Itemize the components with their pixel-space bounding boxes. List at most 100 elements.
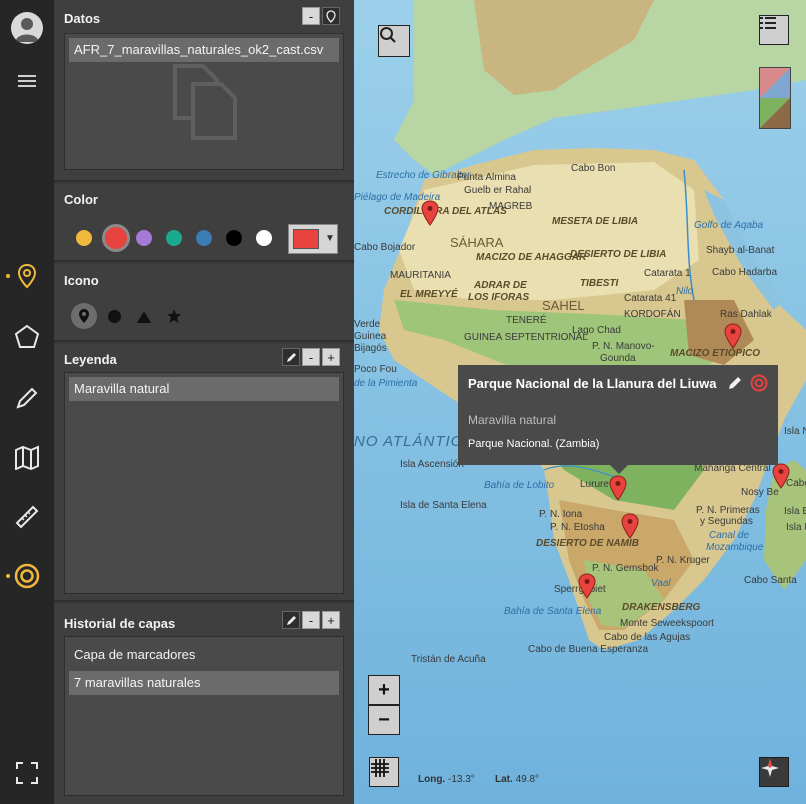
- lat-label: Lat.: [495, 774, 513, 785]
- basemap-thumbnails: [760, 68, 790, 128]
- circle-icon-option[interactable]: [108, 310, 121, 323]
- datos-section: Datos - AFR_7_maravillas_naturales_ok2_c…: [54, 0, 354, 182]
- map-label: Cabo Bon: [571, 163, 616, 174]
- color-picker-dropdown[interactable]: ▼: [288, 224, 338, 254]
- tool-rail: [0, 0, 54, 804]
- map-label: TIBESTI: [580, 278, 619, 289]
- map-label: Monte Seweekspoort: [620, 618, 714, 629]
- triangle-icon-option[interactable]: [136, 310, 152, 329]
- lat-value: 49.8°: [515, 774, 540, 785]
- map-label: Ras Dahlak: [720, 309, 772, 320]
- map-label: EL MREYYÉ: [400, 289, 458, 300]
- map-label: Guinea: [354, 331, 387, 342]
- map-label: Bijagós: [354, 343, 387, 354]
- menu-icon[interactable]: [12, 66, 42, 96]
- leyenda-title: Leyenda: [64, 352, 117, 367]
- color-swatch-red-selected[interactable]: [102, 224, 130, 252]
- map-label: Shayb al-Banat: [706, 245, 775, 256]
- historial-item[interactable]: Capa de marcadores: [69, 643, 339, 667]
- color-section: Color ▼: [54, 184, 354, 262]
- ruler-tool-icon[interactable]: [12, 502, 42, 532]
- datos-minus-button[interactable]: -: [302, 7, 320, 25]
- map-label: P. N. Kruger: [656, 555, 710, 566]
- historial-minus-button[interactable]: -: [302, 611, 320, 629]
- polygon-tool-icon[interactable]: [12, 322, 42, 352]
- leyenda-box: Maravilla natural: [64, 372, 344, 594]
- color-swatch-yellow[interactable]: [76, 230, 92, 246]
- leyenda-plus-button[interactable]: +: [322, 348, 340, 366]
- color-swatch-black[interactable]: [226, 230, 242, 246]
- map-label: MESETA DE LIBIA: [552, 216, 639, 227]
- fullscreen-icon[interactable]: [12, 758, 42, 788]
- map-label: Tristán de Acuña: [411, 654, 486, 665]
- grid-icon: [371, 759, 389, 777]
- color-swatch-purple[interactable]: [136, 230, 152, 246]
- map-label: Isla B: [784, 506, 806, 517]
- popup-arrow: [610, 465, 628, 474]
- historial-item[interactable]: 7 maravillas naturales: [69, 671, 339, 695]
- compass-button[interactable]: [759, 757, 789, 787]
- active-dot-2: [6, 574, 10, 578]
- color-swatch-teal[interactable]: [166, 230, 182, 246]
- grid-button[interactable]: [369, 757, 399, 787]
- marker-icon-option[interactable]: [71, 303, 97, 329]
- map-label: SÁHARA: [450, 235, 504, 250]
- datos-location-button[interactable]: [322, 7, 340, 25]
- map-label: Isla Ascensión: [400, 459, 464, 470]
- chevron-down-icon: ▼: [325, 233, 335, 244]
- map-search-button[interactable]: [378, 25, 410, 57]
- zoom-in-button[interactable]: +: [368, 675, 400, 705]
- map-label: Cabo de las Agujas: [604, 632, 691, 643]
- map-list-button[interactable]: [759, 15, 789, 45]
- map-label: SAHEL: [542, 298, 585, 313]
- coords-lat: Lat. 49.8°: [495, 774, 539, 785]
- icono-title: Icono: [64, 273, 99, 288]
- map-label: MACIZO ETIÓPICO: [670, 348, 760, 359]
- map-label: Gounda: [600, 353, 636, 364]
- datos-box: AFR_7_maravillas_naturales_ok2_cast.csv: [64, 33, 344, 170]
- leyenda-minus-button[interactable]: -: [302, 348, 320, 366]
- color-swatch-white[interactable]: [256, 230, 272, 246]
- popup-subtitle: Maravilla natural: [468, 413, 557, 427]
- popup-description: Parque Nacional. (Zambia): [468, 438, 600, 450]
- leyenda-section: Leyenda - + Maravilla natural: [54, 344, 354, 602]
- star-icon-option[interactable]: [166, 308, 182, 329]
- map-canvas[interactable]: Estrecho de Gibraltar Piélago de Madeira…: [354, 0, 806, 804]
- map-label: Poco Fou: [354, 364, 397, 375]
- marker-popup: Parque Nacional de la Llanura del Liuwa …: [458, 365, 778, 474]
- map-label: Mozambique: [706, 542, 764, 553]
- map-label: Canal de: [709, 530, 750, 541]
- basemap-switcher[interactable]: [759, 67, 791, 129]
- marker-tool-icon[interactable]: [12, 261, 42, 291]
- map-label: GUINEA SEPTENTRIONAL: [464, 332, 588, 343]
- active-dot: [6, 274, 10, 278]
- map-label: DRAKENSBERG: [622, 602, 701, 613]
- layers-panel: Datos - AFR_7_maravillas_naturales_ok2_c…: [54, 0, 354, 804]
- leyenda-item[interactable]: Maravilla natural: [69, 377, 339, 401]
- map-label: DESIERTO DE NAMIB: [536, 538, 639, 549]
- long-label: Long.: [418, 774, 446, 785]
- map-tool-icon[interactable]: [12, 442, 42, 472]
- zoom-out-label: −: [378, 708, 390, 731]
- coords-long: Long. -13.3°: [418, 774, 475, 785]
- pencil-tool-icon[interactable]: [12, 383, 42, 413]
- target-tool-icon[interactable]: [12, 561, 42, 591]
- map-label: Cabo Santa: [744, 575, 797, 586]
- map-label: LOS IFORAS: [468, 292, 530, 303]
- map-label: P. N. Etosha: [550, 522, 605, 533]
- map-label: P. N. Gemsbok: [592, 563, 659, 574]
- long-value: -13.3°: [448, 774, 475, 785]
- color-swatch-blue[interactable]: [196, 230, 212, 246]
- map-label: y Segundas: [700, 516, 753, 527]
- historial-plus-button[interactable]: +: [322, 611, 340, 629]
- map-label: Cabo Bojador: [354, 242, 416, 253]
- map-label: P. N. Primeras: [696, 505, 760, 516]
- historial-edit-button[interactable]: [282, 611, 300, 629]
- app: Datos - AFR_7_maravillas_naturales_ok2_c…: [0, 0, 806, 804]
- avatar[interactable]: [11, 12, 43, 44]
- map-label: Cabo Hadarba: [712, 267, 778, 278]
- map-label: Bahía de Lobito: [484, 480, 555, 491]
- color-title: Color: [64, 192, 98, 207]
- zoom-out-button[interactable]: −: [368, 705, 400, 735]
- leyenda-edit-button[interactable]: [282, 348, 300, 366]
